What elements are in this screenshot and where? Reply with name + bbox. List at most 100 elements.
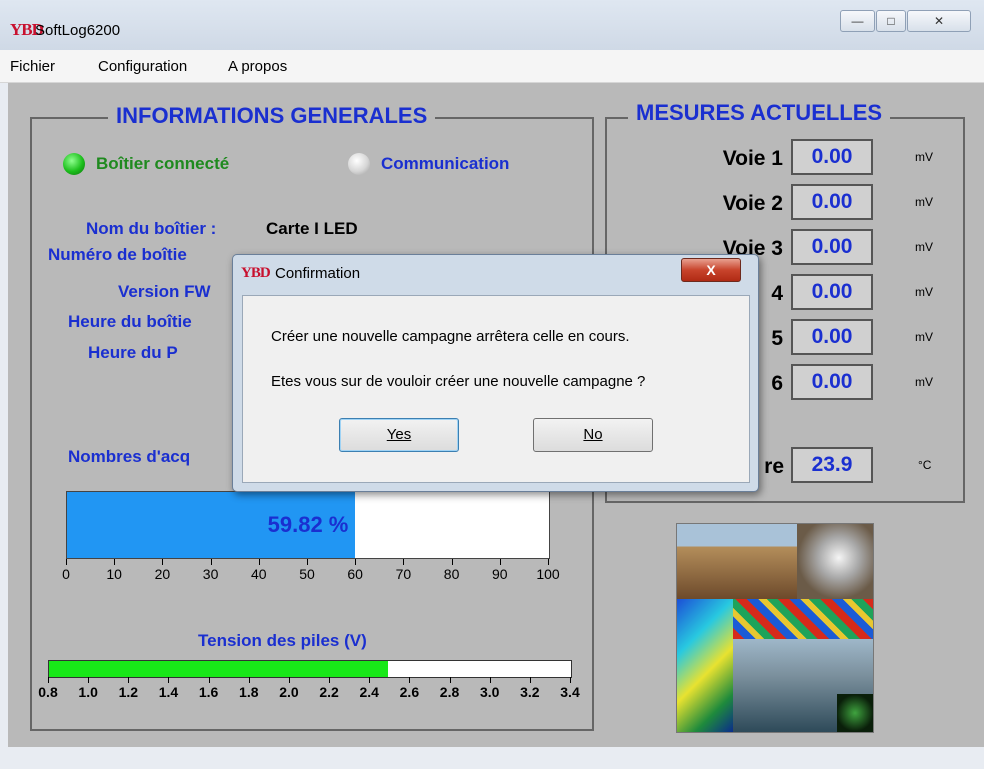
scale-tick-label: 60 [347,566,363,582]
scale-tick [449,677,451,683]
menu-a-propos[interactable]: A propos [228,58,287,75]
scale-tick-label: 1.6 [198,684,219,700]
close-window-button[interactable]: ✕ [907,10,971,32]
scale-tick [548,559,549,565]
channel-value: 0.00 [791,319,873,355]
battery-fill [49,661,389,677]
channel-label: Voie 1 [722,147,783,170]
scale-tick [570,677,571,683]
scale-tick-label: 3.4 [560,684,580,700]
fw-version-label: Version FW [118,282,211,301]
maximize-button[interactable]: □ [876,10,906,32]
minimize-button[interactable]: — [840,10,875,32]
scale-tick [114,559,116,565]
status-bar [0,748,984,769]
battery-label: Tension des piles (V) [198,631,367,650]
box-name-value: Carte I LED [266,219,358,238]
yes-button-label: Yes [386,426,412,443]
window-title: SoftLog6200 [35,22,121,39]
channel-unit: mV [915,375,933,389]
channel-value: 0.00 [791,184,873,220]
box-number-label: Numéro de boîtie [48,245,187,264]
pc-time-label: Heure du P [88,343,178,362]
menu-fichier[interactable]: Fichier [10,58,55,75]
scale-tick [128,677,130,683]
field-photo-collage [676,523,874,733]
scale-tick-label: 2.8 [439,684,460,700]
scale-tick [258,559,260,565]
scale-tick-label: 40 [251,566,267,582]
no-button[interactable]: No [533,418,653,452]
box-name-label: Nom du boîtier : [86,219,217,238]
menu-configuration[interactable]: Configuration [98,58,187,75]
channel-label: Voie 2 [722,192,783,215]
box-time-label: Heure du boîtie [68,312,192,331]
info-group-title: INFORMATIONS GENERALES [108,103,436,129]
scale-tick-label: 1.2 [118,684,139,700]
scale-tick [210,559,212,565]
scale-tick-label: 70 [395,566,412,582]
channel-value: 0.00 [791,364,873,400]
scale-tick [409,677,411,683]
connected-led-icon [63,153,85,175]
progress-scale: 0 10 20 30 40 50 60 70 80 90 100 [62,559,560,589]
confirmation-dialog: YBD Confirmation X Créer une nouvelle ca… [232,254,759,492]
scale-tick [307,559,308,565]
scale-tick [168,677,170,683]
scale-tick [48,677,49,683]
scale-tick-label: 1.8 [239,684,259,700]
channel-unit: mV [915,195,933,209]
scale-tick-label: 0.8 [38,684,58,700]
scale-tick-label: 1.0 [78,684,98,700]
no-button-label: No [583,426,603,443]
scale-tick-label: 2.4 [359,684,379,700]
channel-unit: mV [915,330,933,344]
scale-tick-label: 1.4 [158,684,179,700]
field-photo-icon [677,524,797,599]
scale-tick-label: 3.0 [479,684,500,700]
moisture-map-icon [733,599,873,639]
dialog-logo-icon: YBD [241,265,271,281]
close-icon: ✕ [933,14,945,28]
channel-value: 0.00 [791,229,873,265]
scale-tick-label: 0 [62,566,70,582]
scale-tick-label: 90 [492,566,508,582]
scale-tick-label: 3.2 [520,684,540,700]
channel-value: 0.00 [791,139,873,175]
scale-tick [288,677,290,683]
scale-tick-label: 2.2 [319,684,339,700]
scale-tick-label: 50 [299,566,315,582]
connected-status-label: Boîtier connecté [96,154,230,173]
measures-group-title: MESURES ACTUELLES [628,100,891,126]
title-bar: YBD SoftLog6200 — □ ✕ [0,0,984,50]
temperature-value: 23.9 [791,447,873,483]
scale-tick [66,559,67,565]
scale-tick [88,677,90,683]
close-icon: X [706,262,716,278]
scale-tick [403,559,405,565]
sensor-photo-icon [797,524,873,599]
dialog-body: Créer une nouvelle campagne arrêtera cel… [242,295,750,483]
communication-led-icon [348,153,370,175]
scale-tick [208,677,210,683]
dialog-close-button[interactable]: X [681,258,741,282]
yes-button[interactable]: Yes [339,418,459,452]
scale-tick-label: 2.0 [279,684,299,700]
dialog-message-line1: Créer une nouvelle campagne arrêtera cel… [271,328,630,345]
acquisition-progress-bar: 59.82 % [66,491,550,559]
scale-tick [162,559,164,565]
channel-row: Voie 2 0.00 mV [605,184,961,224]
scale-tick [355,559,357,565]
battery-scale: 0.8 1.0 1.2 1.4 1.6 1.8 2.0 2.2 2.4 2.6 2.8 3.0 3.2 3… [38,677,580,707]
scale-tick-label: 20 [154,566,171,582]
minimize-icon: — [851,14,864,28]
channel-value: 0.00 [791,274,873,310]
maximize-icon: □ [887,14,895,28]
temperature-unit: °C [918,458,932,472]
dialog-message-line2: Etes vous sur de vouloir créer une nouve… [271,373,646,390]
scale-tick [489,677,491,683]
progress-text: 59.82 % [267,512,349,537]
menu-bar: Fichier Configuration A propos [0,50,984,83]
channel-unit: mV [915,150,933,164]
scale-tick-label: 80 [443,566,460,582]
